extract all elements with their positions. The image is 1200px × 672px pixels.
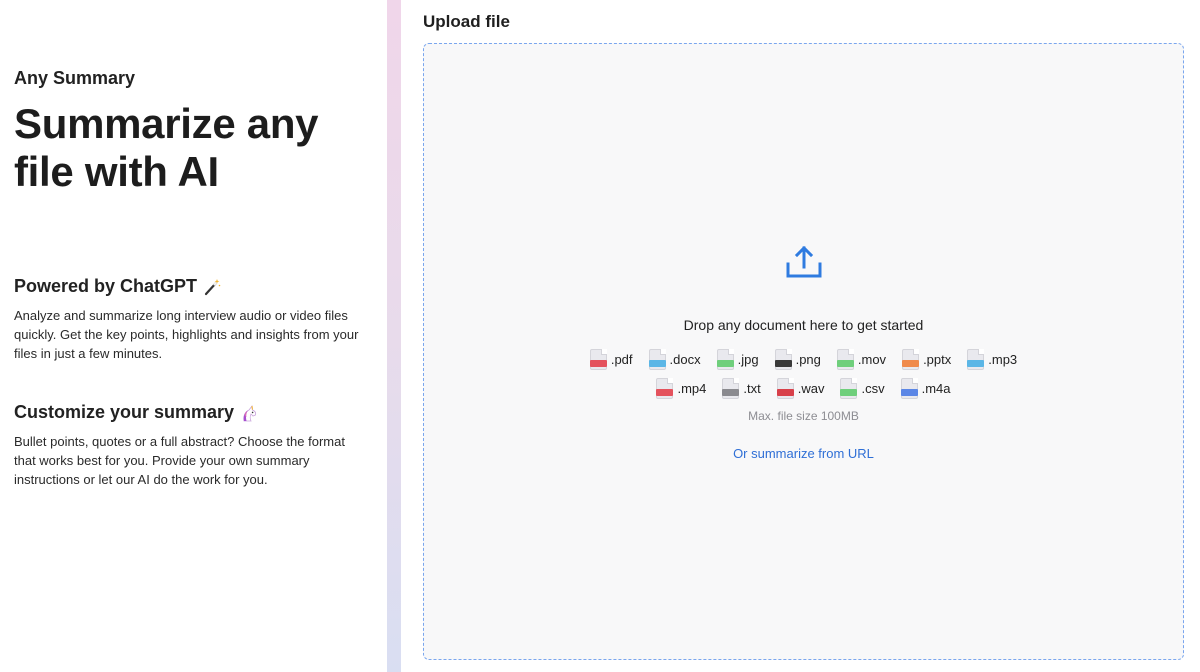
file-type-label: .docx — [669, 351, 701, 367]
file-pptx-icon — [902, 348, 920, 370]
file-type-label: .mp3 — [988, 351, 1018, 367]
file-type-label: .csv — [861, 380, 885, 396]
file-dropzone[interactable]: Drop any document here to get started .p… — [423, 43, 1184, 660]
file-csv-icon — [840, 377, 858, 399]
max-file-size: Max. file size 100MB — [748, 409, 859, 423]
file-mov-icon — [836, 348, 854, 370]
file-mp3-icon — [967, 348, 985, 370]
file-mp4-icon — [656, 377, 674, 399]
drop-instructions: Drop any document here to get started — [683, 317, 924, 333]
file-type-label: .mov — [857, 351, 887, 367]
intro-panel: Any Summary Summarize any file with AI P… — [0, 0, 387, 672]
upload-title: Upload file — [423, 12, 510, 31]
upload-panel: Upload file Drop any document here to ge… — [401, 0, 1200, 672]
file-type-label: .mp4 — [677, 380, 707, 396]
file-type-jpg: .jpg — [716, 348, 759, 370]
upload-icon — [786, 244, 822, 280]
section-title-customize: Customize your summary — [14, 402, 258, 423]
section-title-powered: Powered by ChatGPT — [14, 276, 221, 297]
file-type-pdf: .pdf — [589, 348, 633, 370]
file-m4a-icon — [900, 377, 918, 399]
file-type-label: .wav — [797, 380, 825, 396]
section-body-powered: Analyze and summarize long interview aud… — [14, 308, 359, 361]
file-type-mov: .mov — [836, 348, 887, 370]
file-type-wav: .wav — [776, 377, 825, 399]
file-type-pptx: .pptx — [902, 348, 951, 370]
file-type-label: .jpg — [737, 351, 759, 367]
file-type-csv: .csv — [840, 377, 885, 399]
page: Any Summary Summarize any file with AI P… — [0, 0, 1200, 672]
file-types-row: .pdf .docx .jpg .png .mov .pptx .mp3 — [424, 348, 1183, 370]
section-body-customize: Bullet points, quotes or a full abstract… — [14, 434, 345, 487]
section-title-text: Powered by ChatGPT — [14, 276, 198, 296]
file-wav-icon — [776, 377, 794, 399]
file-type-m4a: .m4a — [900, 377, 951, 399]
summarize-url-link[interactable]: Or summarize from URL — [424, 446, 1183, 461]
brand-name: Any Summary — [14, 68, 136, 88]
file-type-label: .txt — [743, 380, 761, 396]
file-type-mp4: .mp4 — [656, 377, 706, 399]
file-type-txt: .txt — [722, 377, 761, 399]
file-types-row: .mp4 .txt .wav .csv .m4a — [424, 377, 1183, 399]
file-txt-icon — [722, 377, 740, 399]
file-type-docx: .docx — [648, 348, 701, 370]
file-type-label: .png — [795, 351, 821, 367]
file-type-label: .pdf — [610, 351, 633, 367]
gradient-divider — [387, 0, 401, 672]
file-type-label: .pptx — [923, 351, 952, 367]
file-type-label: .m4a — [921, 380, 951, 396]
file-pdf-icon — [589, 348, 607, 370]
file-jpg-icon — [716, 348, 734, 370]
file-type-mp3: .mp3 — [967, 348, 1017, 370]
hero-title: Summarize any file with AI — [14, 100, 319, 195]
file-png-icon — [774, 348, 792, 370]
section-title-text: Customize your summary — [14, 402, 235, 422]
file-type-png: .png — [774, 348, 821, 370]
unicorn-icon — [240, 404, 258, 422]
file-docx-icon — [648, 348, 666, 370]
magic-wand-icon — [203, 278, 221, 296]
